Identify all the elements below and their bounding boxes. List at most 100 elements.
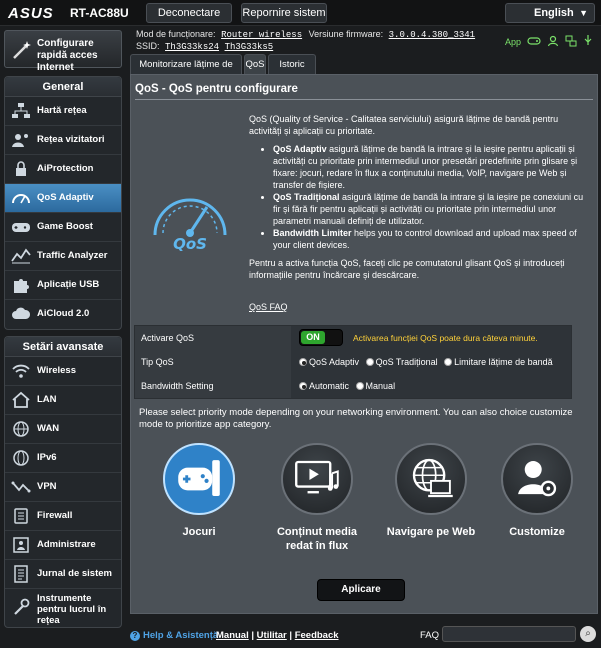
ssid-24-link[interactable]: Th3G33ks24	[165, 42, 219, 52]
setting-row-bandwidth: Bandwidth Setting Automatic Manual	[135, 374, 571, 398]
radio-adaptive-qos[interactable]: QoS Adaptiv	[299, 350, 359, 374]
enable-qos-value: ON Activarea funcției QoS poate dura cât…	[291, 326, 571, 350]
sidebar-item-aiprotection[interactable]: AiProtection	[5, 155, 121, 184]
network-status-icon[interactable]	[565, 35, 577, 49]
user-settings-icon	[518, 461, 557, 497]
radio-dot	[355, 382, 364, 390]
radio-dot	[299, 358, 307, 366]
enable-instructions: Pentru a activa funcția QoS, faceți clic…	[249, 258, 565, 280]
qos-faq-link[interactable]: QoS FAQ	[249, 302, 288, 312]
mode-label: Mod de funcționare:	[136, 29, 216, 39]
media-stream-icon	[295, 460, 339, 494]
mode-value-link[interactable]: Router wireless	[221, 30, 302, 40]
sidebar-item-aicloud[interactable]: AiCloud 2.0	[5, 300, 121, 329]
quick-setup-button[interactable]: Configurare rapidă acces Internet	[4, 30, 122, 73]
sidebar-item-label: Instrumente pentru lucrul în rețea	[37, 593, 107, 626]
mode-customize[interactable]: Customize	[485, 443, 595, 553]
radio-traditional-qos[interactable]: QoS Tradițional	[365, 350, 438, 374]
user-status-icon[interactable]	[547, 35, 559, 49]
feature-list: QoS Adaptiv asigură lățime de bandă la i…	[273, 143, 589, 251]
sidebar-item-label: Traffic Analyzer	[37, 250, 108, 261]
sidebar-item-network-tools[interactable]: Instrumente pentru lucrul în rețea	[5, 589, 121, 627]
chevron-down-icon: ▼	[579, 8, 588, 18]
feature-traditional-title: QoS Tradițional	[273, 192, 340, 202]
sidebar-item-lan[interactable]: LAN	[5, 386, 121, 415]
radio-bandwidth-limiter[interactable]: Limitare lățime de bandă	[444, 350, 553, 374]
tab-qos[interactable]: QoS	[244, 54, 266, 74]
mode-media-streaming[interactable]: Conținut media redat în flux	[265, 443, 375, 553]
radio-label: QoS Adaptiv	[309, 357, 360, 367]
globe-icon	[13, 421, 29, 437]
help-link[interactable]: ? Help & Asistență	[130, 630, 218, 641]
firmware-label: Versiune firmware:	[308, 29, 384, 39]
search-icon[interactable]: ⌕	[580, 626, 596, 642]
usb-status-icon[interactable]	[583, 35, 593, 49]
advanced-title: Setări avansate	[5, 337, 121, 357]
mode-gaming[interactable]: Jocuri	[147, 443, 257, 553]
sidebar-item-firewall[interactable]: Firewall	[5, 502, 121, 531]
sidebar-item-traffic-analyzer[interactable]: Traffic Analyzer	[5, 242, 121, 271]
language-select[interactable]: English ▼	[505, 3, 595, 23]
qos-logo-text: QoS	[173, 235, 207, 253]
qos-type-label: Tip QoS	[135, 350, 291, 374]
gamepad-status-icon[interactable]	[527, 36, 541, 48]
mode-gaming-label: Jocuri	[182, 526, 216, 538]
feature-adaptive-title: QoS Adaptiv	[273, 144, 327, 154]
radio-label: Limitare lățime de bandă	[454, 357, 553, 367]
sidebar-item-system-log[interactable]: Jurnal de sistem	[5, 560, 121, 589]
language-value: English	[534, 7, 574, 19]
traffic-chart-icon	[11, 248, 31, 264]
mode-media-circle	[281, 443, 353, 515]
sidebar-item-wireless[interactable]: Wireless	[5, 357, 121, 386]
qos-toggle[interactable]: ON	[299, 329, 343, 346]
sidebar-item-label: AiProtection	[37, 163, 94, 174]
logout-button[interactable]: Deconectare	[146, 3, 232, 23]
sidebar-item-label: LAN	[37, 394, 57, 405]
sidebar-item-usb-app[interactable]: Aplicație USB	[5, 271, 121, 300]
firmware-value-link[interactable]: 3.0.0.4.380_3341	[389, 30, 475, 40]
radio-automatic[interactable]: Automatic	[299, 374, 349, 398]
sidebar-item-ipv6[interactable]: IPv6	[5, 444, 121, 473]
sidebar-item-game-boost[interactable]: Game Boost	[5, 213, 121, 242]
faq-search-input[interactable]	[442, 626, 576, 642]
sidebar-item-label: Aplicație USB	[37, 279, 100, 290]
status-icons: App	[505, 35, 593, 49]
ssid-5-link[interactable]: Th3G33ks5	[225, 42, 274, 52]
sidebar-item-label: Hartă rețea	[37, 105, 87, 116]
sidebar-item-administration[interactable]: Administrare	[5, 531, 121, 560]
sidebar-item-label: QoS Adaptiv	[37, 192, 94, 203]
mode-customize-circle	[501, 443, 573, 515]
help-label: Help & Asistență	[143, 630, 219, 641]
sidebar-item-adaptive-qos[interactable]: QoS Adaptiv	[5, 184, 121, 213]
sidebar-item-label: Firewall	[37, 510, 73, 521]
sidebar-item-network-map[interactable]: Hartă rețea	[5, 97, 121, 126]
app-label[interactable]: App	[505, 37, 521, 47]
sidebar-item-guest-network[interactable]: Rețea vizitatori	[5, 126, 121, 155]
help-icon: ?	[130, 631, 140, 641]
reboot-button[interactable]: Repornire sistem	[241, 3, 327, 23]
feedback-link[interactable]: Feedback	[295, 630, 339, 641]
sidebar-item-label: Administrare	[37, 539, 96, 550]
sidebar-item-wan[interactable]: WAN	[5, 415, 121, 444]
description: QoS (Quality of Service - Calitatea serv…	[249, 113, 589, 287]
tools-icon	[14, 598, 30, 615]
apply-button[interactable]: Aplicare	[317, 579, 405, 601]
priority-instructions: Please select priority mode depending on…	[139, 407, 573, 430]
mode-web-browsing[interactable]: Navigare pe Web	[379, 443, 489, 553]
page-title: QoS - QoS pentru configurare	[135, 83, 298, 95]
mode-media-label: Conținut media redat în flux	[276, 526, 358, 552]
footer: ? Help & Asistență Manual | Utilitar | Fe…	[130, 624, 601, 648]
enable-qos-label: Activare QoS	[135, 326, 291, 350]
tab-web-history[interactable]: Istoric Web	[268, 54, 316, 89]
utility-link[interactable]: Utilitar	[257, 630, 287, 641]
radio-manual[interactable]: Manual	[355, 374, 396, 398]
radio-label: Manual	[365, 381, 396, 391]
tab-bandwidth-monitor[interactable]: Monitorizare lățime de bandă	[130, 54, 242, 89]
admin-icon	[13, 537, 29, 553]
general-section: General Hartă rețea Rețea vizitatori AiP…	[4, 76, 122, 330]
radio-label: Automatic	[309, 381, 350, 391]
manual-link[interactable]: Manual	[216, 630, 249, 641]
sidebar-item-vpn[interactable]: VPN	[5, 473, 121, 502]
model-name: RT-AC88U	[70, 6, 129, 20]
network-map-icon	[12, 103, 30, 118]
